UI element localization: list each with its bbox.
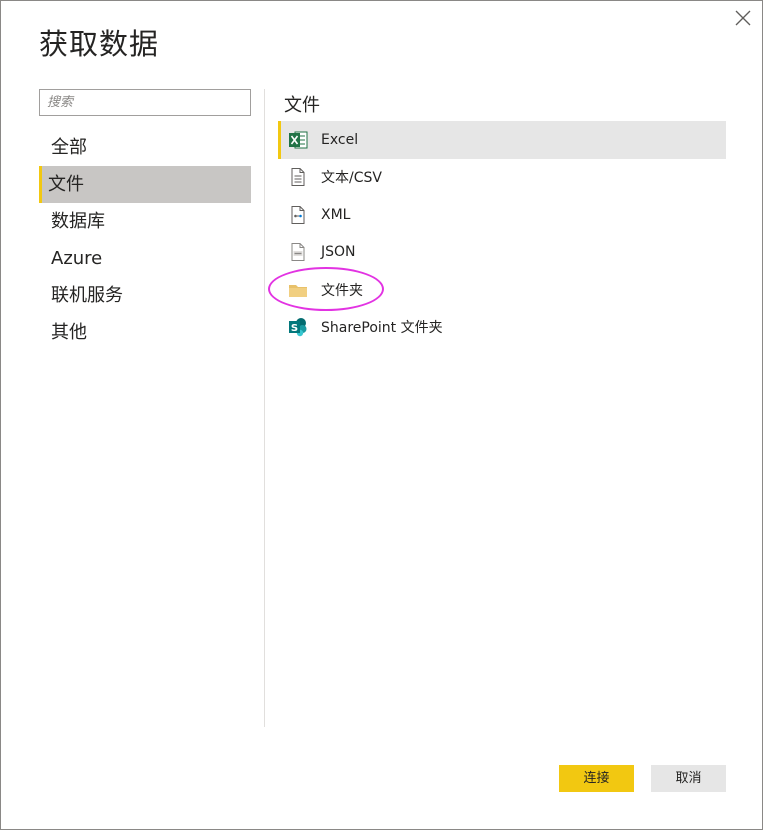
category-label: 其他 (51, 322, 87, 343)
connect-button[interactable]: 连接 (559, 765, 634, 792)
sharepoint-icon: S (288, 317, 308, 337)
connector-label: XML (321, 206, 351, 223)
category-label: 联机服务 (51, 285, 123, 306)
close-button[interactable] (733, 8, 753, 28)
category-all[interactable]: 全部 (39, 129, 251, 166)
folder-icon (288, 280, 308, 300)
category-file[interactable]: 文件 (39, 166, 251, 203)
connector-sharepoint-folder[interactable]: S SharePoint 文件夹 (278, 309, 726, 347)
connector-text-csv[interactable]: 文本/CSV (278, 159, 726, 197)
category-label: 数据库 (51, 211, 105, 232)
category-label: Azure (51, 248, 103, 269)
json-icon (288, 242, 308, 262)
close-icon[interactable] (733, 8, 753, 28)
category-label: 文件 (48, 174, 84, 195)
connector-xml[interactable]: XML (278, 196, 726, 234)
connector-folder[interactable]: 文件夹 (278, 271, 726, 309)
connector-label: JSON (321, 244, 356, 261)
category-database[interactable]: 数据库 (39, 203, 251, 240)
category-online-services[interactable]: 联机服务 (39, 277, 251, 314)
connector-label: SharePoint 文件夹 (321, 320, 443, 337)
connector-label: Excel (321, 131, 359, 148)
dialog-title: 获取数据 (39, 27, 160, 61)
xml-icon (288, 205, 308, 225)
category-list: 全部 文件 数据库 Azure 联机服务 其他 (39, 129, 251, 351)
cancel-button[interactable]: 取消 (651, 765, 726, 792)
section-title: 文件 (284, 95, 320, 116)
category-azure[interactable]: Azure (39, 240, 251, 277)
connector-excel[interactable]: Excel (278, 121, 726, 159)
pane-divider (264, 89, 265, 727)
search-input[interactable] (39, 89, 251, 116)
connector-label: 文件夹 (321, 282, 363, 299)
category-label: 全部 (51, 137, 87, 158)
connector-label: 文本/CSV (321, 170, 382, 187)
connector-list: Excel 文本/CSV XML JSON 文件夹 S SharePoint 文… (278, 121, 726, 346)
connector-json[interactable]: JSON (278, 234, 726, 272)
category-other[interactable]: 其他 (39, 314, 251, 351)
get-data-dialog: 获取数据 全部 文件 数据库 Azure 联机服务 其他 文件 (0, 0, 763, 830)
text-file-icon (288, 167, 308, 187)
excel-icon (288, 130, 308, 150)
svg-text:S: S (291, 323, 298, 334)
